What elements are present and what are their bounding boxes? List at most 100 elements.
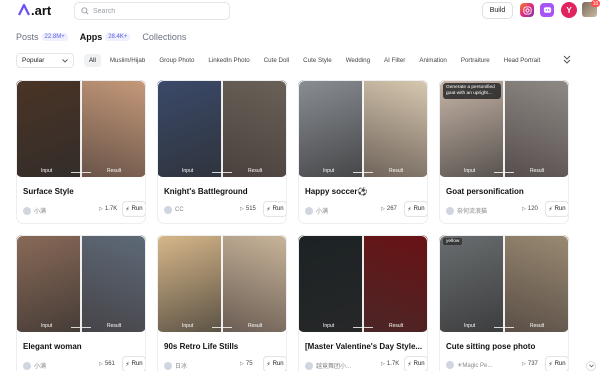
before-after-preview[interactable]: Input Result yellow bbox=[439, 235, 569, 332]
category-chips: All Muslim/Hijab Group Photo LinkedIn Photo… bbox=[84, 54, 549, 67]
before-after-preview[interactable]: Input Result bbox=[298, 80, 428, 177]
input-image bbox=[439, 235, 504, 332]
filter-chip[interactable]: LinkedIn Photo bbox=[203, 54, 254, 67]
usage-count: ▷ 75 bbox=[240, 361, 253, 367]
top-bar: .art Build Y 10 bbox=[0, 0, 600, 22]
run-button[interactable]: ⚡ Run bbox=[122, 356, 146, 371]
tab-posts[interactable]: Posts 22.8M+ bbox=[16, 32, 68, 42]
compare-divider[interactable] bbox=[80, 80, 82, 177]
wand-icon: ⚡ bbox=[548, 361, 553, 368]
result-image bbox=[363, 235, 428, 332]
tab-collections[interactable]: Collections bbox=[142, 32, 186, 42]
author[interactable]: ☀Magic Pe... bbox=[446, 361, 492, 369]
app-card[interactable]: Input Result Generate a personified goat… bbox=[439, 80, 569, 224]
compare-divider[interactable] bbox=[503, 80, 505, 177]
app-title[interactable]: Knight's Battleground bbox=[164, 187, 286, 196]
content-tabs: Posts 22.8M+ Apps 28.4K+ Collections bbox=[16, 30, 198, 44]
search-input[interactable] bbox=[93, 7, 213, 15]
filter-chip[interactable]: Wedding bbox=[341, 54, 375, 67]
compare-divider[interactable] bbox=[503, 235, 505, 332]
compare-divider[interactable] bbox=[221, 80, 223, 177]
app-title[interactable]: Elegant woman bbox=[23, 342, 145, 351]
app-title[interactable]: Cute sitting pose photo bbox=[446, 342, 568, 351]
app-card[interactable]: Input Result yellow Cute sitting pose ph… bbox=[439, 235, 569, 371]
search-icon bbox=[81, 7, 89, 15]
usage-count: ▷ 1.7K bbox=[381, 361, 399, 367]
filter-chip[interactable]: Portraiture bbox=[456, 54, 495, 67]
app-title[interactable]: 90s Retro Life Stills bbox=[164, 342, 286, 351]
app-card[interactable]: Input Result 90s Retro Life Stills 日冰 ▷ … bbox=[157, 235, 287, 371]
app-title[interactable]: [Master Valentine's Day Style... bbox=[305, 342, 427, 351]
run-button[interactable]: ⚡ Run bbox=[545, 356, 569, 371]
app-title[interactable]: Happy soccer⚽ bbox=[305, 187, 427, 196]
before-after-preview[interactable]: Input Result bbox=[298, 235, 428, 332]
play-icon: ▷ bbox=[522, 361, 526, 367]
app-card[interactable]: Input Result Surface Style 小满 ▷ 1.7K ⚡ R… bbox=[16, 80, 146, 224]
run-button[interactable]: ⚡ Run bbox=[122, 201, 146, 217]
input-label: Input bbox=[464, 323, 476, 329]
before-after-preview[interactable]: Input Result bbox=[157, 235, 287, 332]
discord-icon[interactable] bbox=[540, 3, 554, 17]
run-button[interactable]: ⚡ Run bbox=[404, 201, 428, 217]
author-avatar bbox=[164, 361, 172, 370]
author[interactable]: 小满 bbox=[305, 206, 328, 215]
author[interactable]: 奈何流浪猫 bbox=[446, 206, 487, 215]
author[interactable]: CC bbox=[164, 206, 184, 214]
arrow-icon bbox=[212, 172, 232, 173]
run-button[interactable]: ⚡ Run bbox=[263, 356, 287, 371]
author[interactable]: 小满 bbox=[23, 361, 46, 370]
instagram-icon[interactable] bbox=[520, 3, 534, 17]
compare-divider[interactable] bbox=[80, 235, 82, 332]
scroll-top-button[interactable] bbox=[586, 361, 596, 371]
author[interactable]: 日冰 bbox=[164, 361, 187, 370]
run-button[interactable]: ⚡ Run bbox=[404, 356, 428, 371]
author-avatar bbox=[305, 361, 313, 370]
filter-chip[interactable]: Cute Doll bbox=[259, 54, 294, 67]
compare-divider[interactable] bbox=[362, 80, 364, 177]
app-card[interactable]: Input Result Knight's Battleground CC ▷ … bbox=[157, 80, 287, 224]
run-button[interactable]: ⚡ Run bbox=[263, 201, 287, 217]
author-name: ☀Magic Pe... bbox=[457, 362, 493, 369]
arrow-icon bbox=[494, 327, 514, 328]
author[interactable]: 小满 bbox=[23, 206, 46, 215]
wand-icon: ⚡ bbox=[548, 206, 553, 213]
search-box[interactable] bbox=[74, 2, 230, 20]
arrow-icon bbox=[71, 172, 91, 173]
run-button[interactable]: ⚡ Run bbox=[545, 201, 569, 217]
before-after-preview[interactable]: Input Result Generate a personified goat… bbox=[439, 80, 569, 177]
filter-chip[interactable]: Cute Style bbox=[298, 54, 337, 67]
author[interactable]: 越竟舞团小... bbox=[305, 361, 351, 370]
compare-divider[interactable] bbox=[221, 235, 223, 332]
logo[interactable]: .art bbox=[18, 3, 51, 18]
build-button[interactable]: Build bbox=[482, 2, 513, 19]
usage-value: 120 bbox=[527, 206, 538, 212]
result-image bbox=[504, 80, 569, 177]
filter-chip[interactable]: AI Filter bbox=[379, 54, 410, 67]
user-avatar[interactable]: Y bbox=[561, 2, 577, 18]
compare-divider[interactable] bbox=[362, 235, 364, 332]
filter-chip[interactable]: Animation bbox=[414, 54, 452, 67]
app-title[interactable]: Goat personification bbox=[446, 187, 568, 196]
app-title[interactable]: Surface Style bbox=[23, 187, 145, 196]
wand-icon: ⚡ bbox=[266, 361, 271, 368]
input-label: Input bbox=[323, 168, 335, 174]
app-card[interactable]: Input Result [Master Valentine's Day Sty… bbox=[298, 235, 428, 371]
before-after-preview[interactable]: Input Result bbox=[16, 235, 146, 332]
expand-filters-icon[interactable] bbox=[562, 54, 572, 66]
app-card[interactable]: Input Result Happy soccer⚽ 小满 ▷ 267 ⚡ Ru… bbox=[298, 80, 428, 224]
before-after-preview[interactable]: Input Result bbox=[16, 80, 146, 177]
play-icon: ▷ bbox=[522, 206, 526, 212]
before-after-preview[interactable]: Input Result bbox=[157, 80, 287, 177]
filter-chip[interactable]: Group Photo bbox=[154, 54, 199, 67]
run-label: Run bbox=[272, 206, 284, 212]
usage-value: 561 bbox=[104, 361, 115, 367]
run-label: Run bbox=[272, 361, 284, 367]
app-card[interactable]: Input Result Elegant woman 小满 ▷ 561 ⚡ Ru… bbox=[16, 235, 146, 371]
sort-dropdown[interactable]: Popular bbox=[16, 53, 74, 68]
tab-apps[interactable]: Apps 28.4K+ bbox=[80, 32, 131, 42]
author-avatar bbox=[305, 206, 313, 215]
filter-chip[interactable]: All bbox=[84, 54, 101, 67]
filter-chip[interactable]: Head Portrait bbox=[499, 54, 545, 67]
author-name: 小满 bbox=[34, 364, 47, 370]
filter-chip[interactable]: Muslim/Hijab bbox=[105, 54, 150, 67]
